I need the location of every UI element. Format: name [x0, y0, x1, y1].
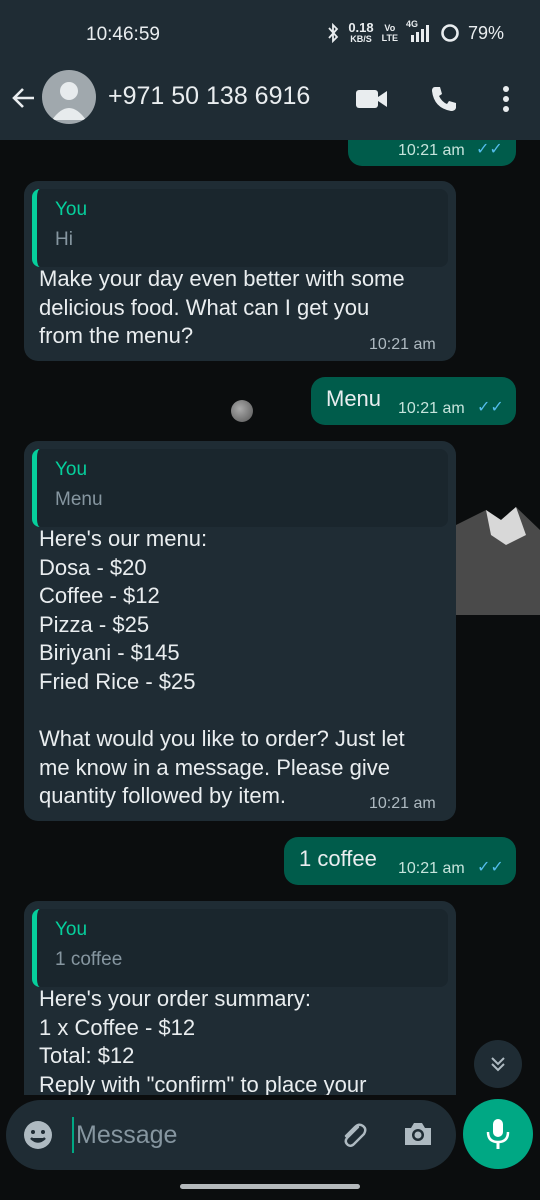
text-cursor: [72, 1117, 74, 1153]
battery-percent: 79%: [467, 22, 504, 43]
wallpaper-mountain: [456, 507, 540, 615]
message-bubble-outgoing[interactable]: Hi 10:21 am ✓✓: [348, 140, 516, 166]
default-avatar-icon: [52, 82, 86, 120]
voice-record-button[interactable]: [463, 1099, 533, 1169]
battery-icon: [441, 24, 459, 42]
status-time: 10:46:59: [86, 24, 160, 45]
quote-text: Menu: [55, 489, 103, 510]
message-time: 10:21 am: [398, 400, 465, 417]
message-text: Here's our menu: Dosa - $20 Coffee - $12…: [39, 526, 405, 809]
message-bubble-incoming[interactable]: You 1 coffee Here's your order summary: …: [24, 901, 456, 1095]
quote-author: You: [55, 199, 88, 220]
volte-indicator: Vo LTE: [381, 23, 398, 43]
message-bubble-outgoing[interactable]: Menu 10:21 am ✓✓: [311, 377, 516, 425]
more-options-icon[interactable]: [498, 84, 514, 114]
double-chevron-down-icon: [491, 1057, 505, 1072]
message-bubble-incoming[interactable]: You Menu Here's our menu: Dosa - $20 Cof…: [24, 441, 456, 821]
reply-quote[interactable]: You 1 coffee: [32, 909, 448, 987]
read-ticks-icon: ✓✓: [477, 399, 504, 416]
back-arrow-icon[interactable]: [10, 84, 38, 112]
status-bar: 10:46:59 0.18 KB/S Vo LTE 4G 79%: [0, 0, 540, 70]
message-time: 10:21 am: [369, 795, 436, 812]
read-ticks-icon: ✓✓: [477, 859, 504, 876]
quote-author: You: [55, 919, 88, 940]
reply-quote[interactable]: You Hi: [32, 189, 448, 267]
message-text: Hi: [366, 140, 387, 143]
message-text: Here's your order summary: 1 x Coffee - …: [39, 986, 367, 1095]
attach-icon[interactable]: [338, 1119, 370, 1151]
camera-icon[interactable]: [402, 1119, 434, 1149]
status-icons: 0.18 KB/S Vo LTE 4G 79%: [326, 19, 504, 44]
message-text: 1 coffee: [299, 846, 377, 871]
message-input[interactable]: Message: [76, 1121, 177, 1150]
gesture-nav-bar: [0, 1172, 540, 1200]
scroll-to-bottom-button[interactable]: [474, 1040, 522, 1088]
bluetooth-icon: [328, 23, 339, 43]
quote-author: You: [55, 459, 88, 480]
chat-header: +971 50 138 6916: [0, 70, 540, 140]
phone-call-icon[interactable]: [429, 84, 459, 114]
quote-text: Hi: [55, 229, 73, 250]
video-call-icon[interactable]: [354, 86, 390, 112]
message-text: Make your day even better with some deli…: [39, 266, 405, 349]
avatar[interactable]: [42, 70, 96, 124]
message-bubble-outgoing[interactable]: 1 coffee 10:21 am ✓✓: [284, 837, 516, 885]
emoji-icon[interactable]: [22, 1119, 54, 1151]
quote-text: 1 coffee: [55, 949, 123, 970]
chat-area[interactable]: Hi 10:21 am ✓✓ You Hi Make your day even…: [0, 140, 540, 1095]
message-time: 10:21 am: [398, 860, 465, 877]
signal-icon: 4G: [406, 19, 432, 43]
net-speed: 0.18 KB/S: [348, 20, 374, 44]
reply-quote[interactable]: You Menu: [32, 449, 448, 527]
microphone-icon: [486, 1119, 510, 1149]
read-ticks-icon: ✓✓: [476, 141, 503, 158]
wallpaper-moon: [231, 400, 253, 422]
contact-name[interactable]: +971 50 138 6916: [108, 82, 310, 111]
home-handle[interactable]: [180, 1184, 360, 1189]
message-composer: Message: [6, 1100, 456, 1170]
message-time: 10:21 am: [398, 142, 465, 159]
message-time: 10:21 am: [369, 336, 436, 353]
message-bubble-incoming[interactable]: You Hi Make your day even better with so…: [24, 181, 456, 361]
message-text: Menu: [326, 386, 382, 411]
